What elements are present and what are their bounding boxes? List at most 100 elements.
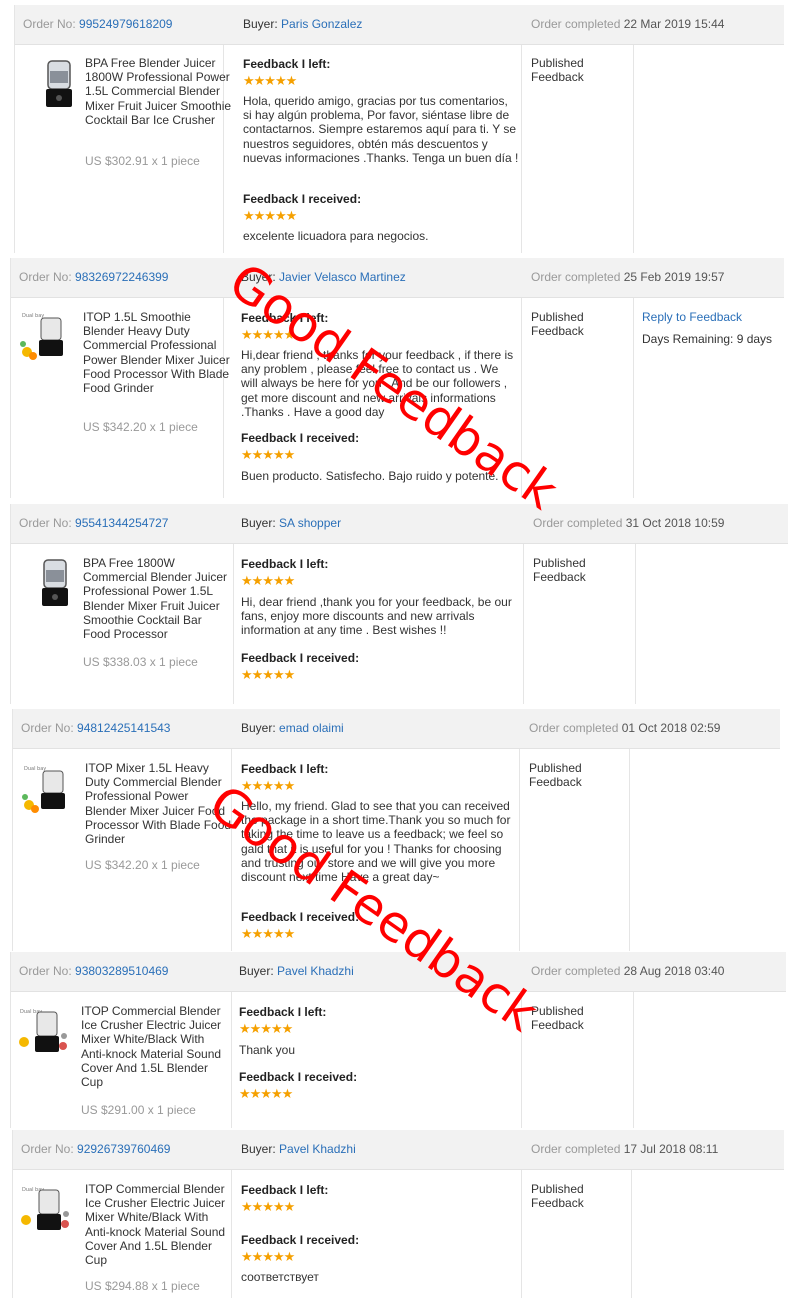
feedback-received-label: Feedback I received: xyxy=(239,1070,358,1084)
order-body: Dual bay ITOP Commercial Blender Ice Cru… xyxy=(13,1170,784,1298)
feedback-left-label: Feedback I left: xyxy=(243,57,331,71)
order-header: Order No: 93803289510469 Buyer: Pavel Kh… xyxy=(11,952,786,992)
product-title-link[interactable]: ITOP Commercial Blender Ice Crusher Elec… xyxy=(81,1004,229,1089)
order-number-link[interactable]: 93803289510469 xyxy=(75,964,168,978)
product-title-link[interactable]: BPA Free Blender Juicer 1800W Profession… xyxy=(85,56,233,127)
feedback-left-text: Hi, dear friend ,thank you for your feed… xyxy=(241,595,512,638)
product-price: US $302.91 x 1 piece xyxy=(85,154,200,168)
feedback-received-label: Feedback I received: xyxy=(241,1233,360,1247)
feedback-received-label: Feedback I received: xyxy=(241,910,360,924)
order-card: Order No: 93803289510469 Buyer: Pavel Kh… xyxy=(10,952,786,1128)
feedback-left-stars: ★★★★★ xyxy=(241,1199,295,1214)
published-status: Published Feedback xyxy=(533,556,586,585)
order-body: BPA Free Blender Juicer 1800W Profession… xyxy=(15,45,784,253)
product-thumbnail[interactable]: Dual bay xyxy=(19,1184,71,1236)
reply-to-feedback-link[interactable]: Reply to Feedback xyxy=(642,310,742,324)
order-header: Order No: 99524979618209 Buyer: Paris Go… xyxy=(15,5,784,45)
feedback-left-stars: ★★★★★ xyxy=(243,73,297,88)
order-body: BPA Free 1800W Commercial Blender Juicer… xyxy=(11,544,788,704)
product-thumbnail[interactable]: Dual bay xyxy=(19,310,71,362)
product-thumbnail[interactable]: Dual bay xyxy=(17,1006,69,1058)
product-price: US $342.20 x 1 piece xyxy=(83,420,198,434)
buyer: Buyer: Paris Gonzalez xyxy=(243,17,363,31)
product-title-link[interactable]: ITOP Mixer 1.5L Heavy Duty Commercial Bl… xyxy=(85,761,233,846)
feedback-received-stars: ★★★★★ xyxy=(241,926,295,941)
svg-text:Dual bay: Dual bay xyxy=(24,766,46,772)
order-number-link[interactable]: 98326972246399 xyxy=(75,270,168,284)
feedback-left-stars: ★★★★★ xyxy=(241,327,295,342)
feedback-left-stars: ★★★★★ xyxy=(241,778,295,793)
order-body: Dual bay ITOP Mixer 1.5L Heavy Duty Comm… xyxy=(13,749,780,951)
buyer-link[interactable]: SA shopper xyxy=(279,516,341,530)
days-remaining: Days Remaining: 9 days xyxy=(642,332,773,346)
order-card: Order No: 92926739760469 Buyer: Pavel Kh… xyxy=(12,1130,784,1298)
published-status: Published Feedback xyxy=(531,1182,584,1211)
feedback-left-text: Hello, my friend. Glad to see that you c… xyxy=(241,799,511,885)
feedback-left-stars: ★★★★★ xyxy=(241,573,295,588)
feedback-received-label: Feedback I received: xyxy=(241,431,360,445)
order-number-link[interactable]: 99524979618209 xyxy=(79,17,172,31)
completed-date: Order completed 01 Oct 2018 02:59 xyxy=(529,721,721,735)
buyer-link[interactable]: Paris Gonzalez xyxy=(281,17,362,31)
product-thumbnail[interactable]: Dual bay xyxy=(21,763,73,815)
order-header: Order No: 95541344254727 Buyer: SA shopp… xyxy=(11,504,788,544)
published-status: Published Feedback xyxy=(531,310,584,339)
order-number-link[interactable]: 95541344254727 xyxy=(75,516,168,530)
product-price: US $342.20 x 1 piece xyxy=(85,858,200,872)
buyer: Buyer: emad olaimi xyxy=(241,721,344,735)
product-thumbnail[interactable] xyxy=(33,59,85,111)
completed-date: Order completed 28 Aug 2018 03:40 xyxy=(531,964,725,978)
order-body: Dual bay ITOP 1.5L Smoothie Blender Heav… xyxy=(11,298,784,498)
order-number: Order No: 94812425141543 xyxy=(21,721,171,735)
order-header: Order No: 92926739760469 Buyer: Pavel Kh… xyxy=(13,1130,784,1170)
feedback-received-text: соответствует xyxy=(241,1270,319,1284)
product-title-link[interactable]: BPA Free 1800W Commercial Blender Juicer… xyxy=(83,556,231,641)
published-status: Published Feedback xyxy=(531,1004,584,1033)
order-body: Dual bay ITOP Commercial Blender Ice Cru… xyxy=(11,992,786,1128)
product-price: US $294.88 x 1 piece xyxy=(85,1279,200,1293)
buyer: Buyer: Pavel Khadzhi xyxy=(239,964,354,978)
order-number-link[interactable]: 94812425141543 xyxy=(77,721,170,735)
order-header: Order No: 94812425141543 Buyer: emad ola… xyxy=(13,709,780,749)
product-price: US $291.00 x 1 piece xyxy=(81,1103,196,1117)
feedback-received-label: Feedback I received: xyxy=(243,192,362,206)
completed-date: Order completed 31 Oct 2018 10:59 xyxy=(533,516,725,530)
buyer-link[interactable]: Javier Velasco Martinez xyxy=(279,270,406,284)
feedback-received-stars: ★★★★★ xyxy=(241,447,295,462)
product-price: US $338.03 x 1 piece xyxy=(83,655,198,669)
buyer-link[interactable]: Pavel Khadzhi xyxy=(277,964,354,978)
completed-date: Order completed 22 Mar 2019 15:44 xyxy=(531,17,725,31)
feedback-received-stars: ★★★★★ xyxy=(241,1249,295,1264)
feedback-received-stars: ★★★★★ xyxy=(239,1086,293,1101)
feedback-received-stars: ★★★★★ xyxy=(241,667,295,682)
feedback-left-label: Feedback I left: xyxy=(241,1183,329,1197)
feedback-left-label: Feedback I left: xyxy=(241,311,329,325)
published-status: Published Feedback xyxy=(531,56,584,85)
feedback-left-text: Hi,dear friend , thanks for your feedbac… xyxy=(241,348,514,419)
feedback-left-text: Hola, querido amigo, gracias por tus com… xyxy=(243,94,519,165)
order-card: Order No: 98326972246399 Buyer: Javier V… xyxy=(10,258,784,498)
feedback-left-label: Feedback I left: xyxy=(241,557,329,571)
feedback-received-text: Buen producto. Satisfecho. Bajo ruido y … xyxy=(241,469,499,483)
feedback-received-stars: ★★★★★ xyxy=(243,208,297,223)
feedback-left-label: Feedback I left: xyxy=(239,1005,327,1019)
feedback-received-text: excelente licuadora para negocios. xyxy=(243,229,429,243)
order-card: Order No: 94812425141543 Buyer: emad ola… xyxy=(12,709,780,951)
feedback-left-stars: ★★★★★ xyxy=(239,1021,293,1036)
order-card: Order No: 95541344254727 Buyer: SA shopp… xyxy=(10,504,788,704)
order-number: Order No: 95541344254727 xyxy=(19,516,169,530)
order-number-link[interactable]: 92926739760469 xyxy=(77,1142,170,1156)
buyer: Buyer: Pavel Khadzhi xyxy=(241,1142,356,1156)
feedback-left-text: Thank you xyxy=(239,1043,296,1057)
buyer-link[interactable]: emad olaimi xyxy=(279,721,344,735)
product-title-link[interactable]: ITOP 1.5L Smoothie Blender Heavy Duty Co… xyxy=(83,310,231,395)
product-thumbnail[interactable] xyxy=(29,558,81,610)
feedback-received-label: Feedback I received: xyxy=(241,651,360,665)
svg-text:Dual bay: Dual bay xyxy=(22,313,44,319)
order-card: Order No: 99524979618209 Buyer: Paris Go… xyxy=(14,5,784,253)
product-title-link[interactable]: ITOP Commercial Blender Ice Crusher Elec… xyxy=(85,1182,233,1267)
order-number: Order No: 93803289510469 xyxy=(19,964,169,978)
buyer-link[interactable]: Pavel Khadzhi xyxy=(279,1142,356,1156)
order-number: Order No: 99524979618209 xyxy=(23,17,173,31)
order-header: Order No: 98326972246399 Buyer: Javier V… xyxy=(11,258,784,298)
